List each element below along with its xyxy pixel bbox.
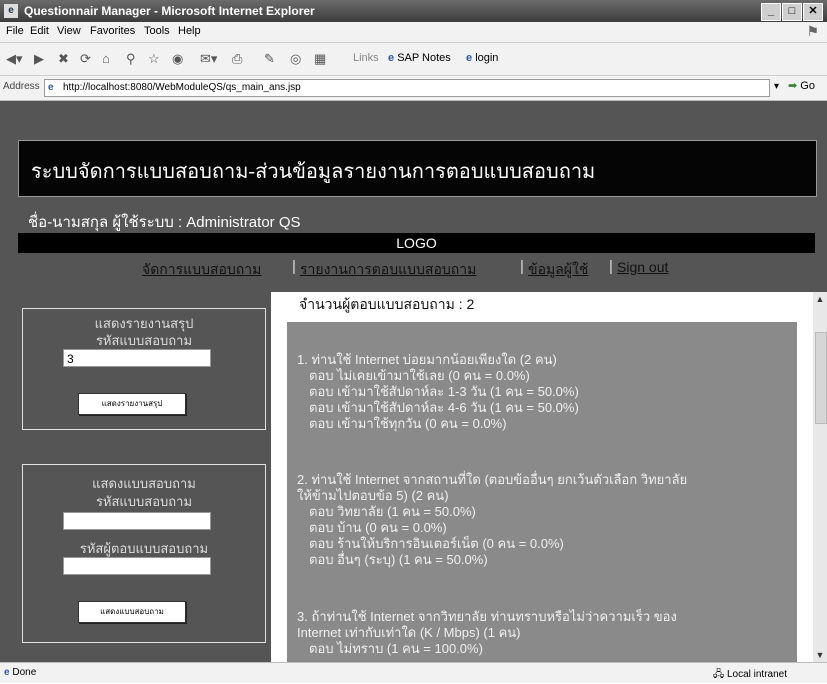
favorites-icon[interactable]: ☆ <box>148 51 160 67</box>
answer-line: ตอบ ไม่เคยเข้ามาใช้เลย (0 คน = 0.0%) <box>309 368 530 383</box>
menu-bar: File Edit View Favorites Tools Help ⚑ <box>0 22 827 43</box>
go-arrow-icon: ➡ <box>788 80 798 92</box>
address-input[interactable]: e http://localhost:8080/WebModuleQS/qs_ma… <box>44 79 770 97</box>
link-sap-notes[interactable]: e SAP Notes <box>388 52 451 64</box>
menu-view[interactable]: View <box>57 25 81 37</box>
respondent-code-label: รหัสผู้ตอบแบบสอบถาม <box>79 541 209 556</box>
answer-line: ตอบ เข้ามาใช้ทุกวัน (0 คน = 0.0%) <box>309 416 507 431</box>
vertical-scrollbar[interactable]: ▲ ▼ <box>813 292 827 662</box>
window-title: Questionnair Manager - Microsoft Interne… <box>24 4 315 18</box>
status-done-text: Done <box>12 667 37 678</box>
question-block: 3. ถ้าท่านใช้ Internet จากวิทยาลัย ท่านท… <box>297 609 677 657</box>
go-button[interactable]: ➡ Go <box>788 79 815 92</box>
logo: LOGO <box>18 233 815 253</box>
summary-code-input[interactable]: 3 <box>63 349 211 367</box>
answer-line: ตอบ ไม่ทราบ (1 คน = 100.0%) <box>309 641 483 656</box>
menu-help[interactable]: Help <box>178 25 201 37</box>
forward-icon[interactable]: ▶ <box>34 51 44 67</box>
research-icon[interactable]: ▦ <box>314 51 326 67</box>
respondent-code-input[interactable] <box>63 557 211 575</box>
user-name: ชื่อ-นามสกุล ผู้ใช้ระบบ : Administrator … <box>28 214 301 231</box>
page-icon: e <box>388 52 395 64</box>
status-bar: e Done 🖧 Local intranet <box>0 662 827 683</box>
status-done: e Done <box>4 667 36 678</box>
show-questionnaire-box: แสดงแบบสอบถาม รหัสแบบสอบถาม รหัสผู้ตอบแบ… <box>22 464 266 643</box>
question-text: 3. ถ้าท่านใช้ Internet จากวิทยาลัย ท่านท… <box>297 609 677 624</box>
status-zone-text: Local intranet <box>726 669 787 680</box>
status-zone: 🖧 Local intranet <box>713 667 787 684</box>
answer-line: ตอบ เข้ามาใช้สัปดาห์ละ 1-3 วัน (1 คน = 5… <box>309 384 579 399</box>
print-icon[interactable]: ⎙ <box>232 51 242 67</box>
answer-code-label: รหัสแบบสอบถาม <box>95 494 193 509</box>
scroll-up-icon[interactable]: ▲ <box>814 294 826 304</box>
page-content: ระบบจัดการแบบสอบถาม-ส่วนข้อมูลรายงานการต… <box>0 101 827 662</box>
nav-separator: | <box>609 258 613 275</box>
back-icon[interactable]: ◀▾ <box>6 51 23 67</box>
question-text-cont: ให้ข้ามไปตอบข้อ 5) (2 คน) <box>297 488 449 503</box>
report-panel: จำนวนผู้ตอบแบบสอบถาม : 2 1. ท่านใช้ Inte… <box>271 292 827 662</box>
nav-user-info[interactable]: ข้อมูลผู้ใช้ <box>528 259 588 281</box>
discuss-icon[interactable]: ◎ <box>290 51 301 67</box>
answer-line: ตอบ เข้ามาใช้สัปดาห์ละ 4-6 วัน (1 คน = 5… <box>309 400 579 415</box>
menu-edit[interactable]: Edit <box>30 25 49 37</box>
show-questionnaire-button[interactable]: แสดงแบบสอบถาม <box>78 601 186 623</box>
go-label: Go <box>800 80 815 92</box>
user-info: ชื่อ-นามสกุล ผู้ใช้ระบบ : Administrator … <box>18 207 815 231</box>
intranet-icon: 🖧 <box>713 669 725 680</box>
mail-icon[interactable]: ✉▾ <box>200 51 217 67</box>
search-icon[interactable]: ⚲ <box>126 51 136 67</box>
home-icon[interactable]: ⌂ <box>102 51 110 66</box>
maximize-button[interactable]: □ <box>782 3 802 21</box>
answer-line: ตอบ อื่นๆ (ระบุ) (1 คน = 50.0%) <box>309 552 488 567</box>
report-results: 1. ท่านใช้ Internet บ่อยมากน้อยเพียงใด (… <box>287 322 797 662</box>
refresh-icon[interactable]: ⟳ <box>80 51 91 67</box>
links-label: Links <box>353 52 379 64</box>
page-icon: e <box>48 82 54 93</box>
respondent-count: จำนวนผู้ตอบแบบสอบถาม : 2 <box>299 296 475 312</box>
page-icon: e <box>4 667 10 678</box>
question-text: 2. ท่านใช้ Internet จากสถานที่ใด (ตอบข้อ… <box>297 472 688 487</box>
answer-code-input[interactable] <box>63 512 211 530</box>
question-text-cont: Internet เท่ากับเท่าใด (K / Mbps) (1 คน) <box>297 625 521 640</box>
stop-icon[interactable]: ✖ <box>58 51 69 67</box>
header-banner: ระบบจัดการแบบสอบถาม-ส่วนข้อมูลรายงานการต… <box>18 140 817 197</box>
media-icon[interactable]: ◉ <box>172 51 183 67</box>
ie-icon: e <box>4 4 18 18</box>
menu-tools[interactable]: Tools <box>144 25 170 37</box>
nav-manage-questionnaire[interactable]: จัดการแบบสอบถาม <box>142 259 261 281</box>
page-icon: e <box>466 52 473 64</box>
question-block: 2. ท่านใช้ Internet จากสถานที่ใด (ตอบข้อ… <box>297 472 687 568</box>
menu-file[interactable]: File <box>6 25 24 37</box>
main-nav: จัดการแบบสอบถาม | รายงานการตอบแบบสอบถาม … <box>0 256 827 278</box>
minimize-button[interactable]: _ <box>761 3 781 21</box>
toolbar: ◀▾ ▶ ✖ ⟳ ⌂ ⚲ ☆ ◉ ✉▾ ⎙ ✎ ◎ ▦ Links e SAP … <box>0 43 827 76</box>
scrollbar-thumb[interactable] <box>815 332 827 424</box>
nav-sign-out[interactable]: Sign out <box>617 259 668 275</box>
answer-line: ตอบ บ้าน (0 คน = 0.0%) <box>309 520 447 535</box>
windows-logo-icon: ⚑ <box>806 23 819 39</box>
link-sap-notes-label: SAP Notes <box>397 52 451 64</box>
show-summary-button[interactable]: แสดงรายงานสรุป <box>78 393 186 415</box>
nav-separator: | <box>520 258 524 275</box>
link-login[interactable]: e login <box>466 52 498 64</box>
menu-favorites[interactable]: Favorites <box>90 25 135 37</box>
address-url: http://localhost:8080/WebModuleQS/qs_mai… <box>63 82 301 93</box>
address-label: Address <box>3 81 40 92</box>
link-login-label: login <box>475 52 499 64</box>
question-block: 1. ท่านใช้ Internet บ่อยมากน้อยเพียงใด (… <box>297 352 579 432</box>
window-titlebar: e Questionnair Manager - Microsoft Inter… <box>0 0 827 22</box>
scroll-down-icon[interactable]: ▼ <box>814 650 826 660</box>
system-title: ระบบจัดการแบบสอบถาม-ส่วนข้อมูลรายงานการต… <box>31 159 596 183</box>
nav-answer-report[interactable]: รายงานการตอบแบบสอบถาม <box>300 259 476 281</box>
answer-line: ตอบ วิทยาลัย (1 คน = 50.0%) <box>309 504 476 519</box>
close-button[interactable]: ✕ <box>803 3 823 21</box>
question-text: 1. ท่านใช้ Internet บ่อยมากน้อยเพียงใด (… <box>297 352 557 367</box>
summary-code-label: รหัสแบบสอบถาม <box>95 333 193 348</box>
nav-separator: | <box>292 258 296 275</box>
address-bar: Address e http://localhost:8080/WebModule… <box>0 76 827 101</box>
summary-report-box: แสดงรายงานสรุป รหัสแบบสอบถาม 3 แสดงรายงา… <box>22 308 266 430</box>
edit-icon[interactable]: ✎ <box>264 51 275 67</box>
address-dropdown-icon[interactable]: ▾ <box>774 81 779 92</box>
answer-line: ตอบ ร้านให้บริการอินเตอร์เน็ต (0 คน = 0.… <box>309 536 564 551</box>
